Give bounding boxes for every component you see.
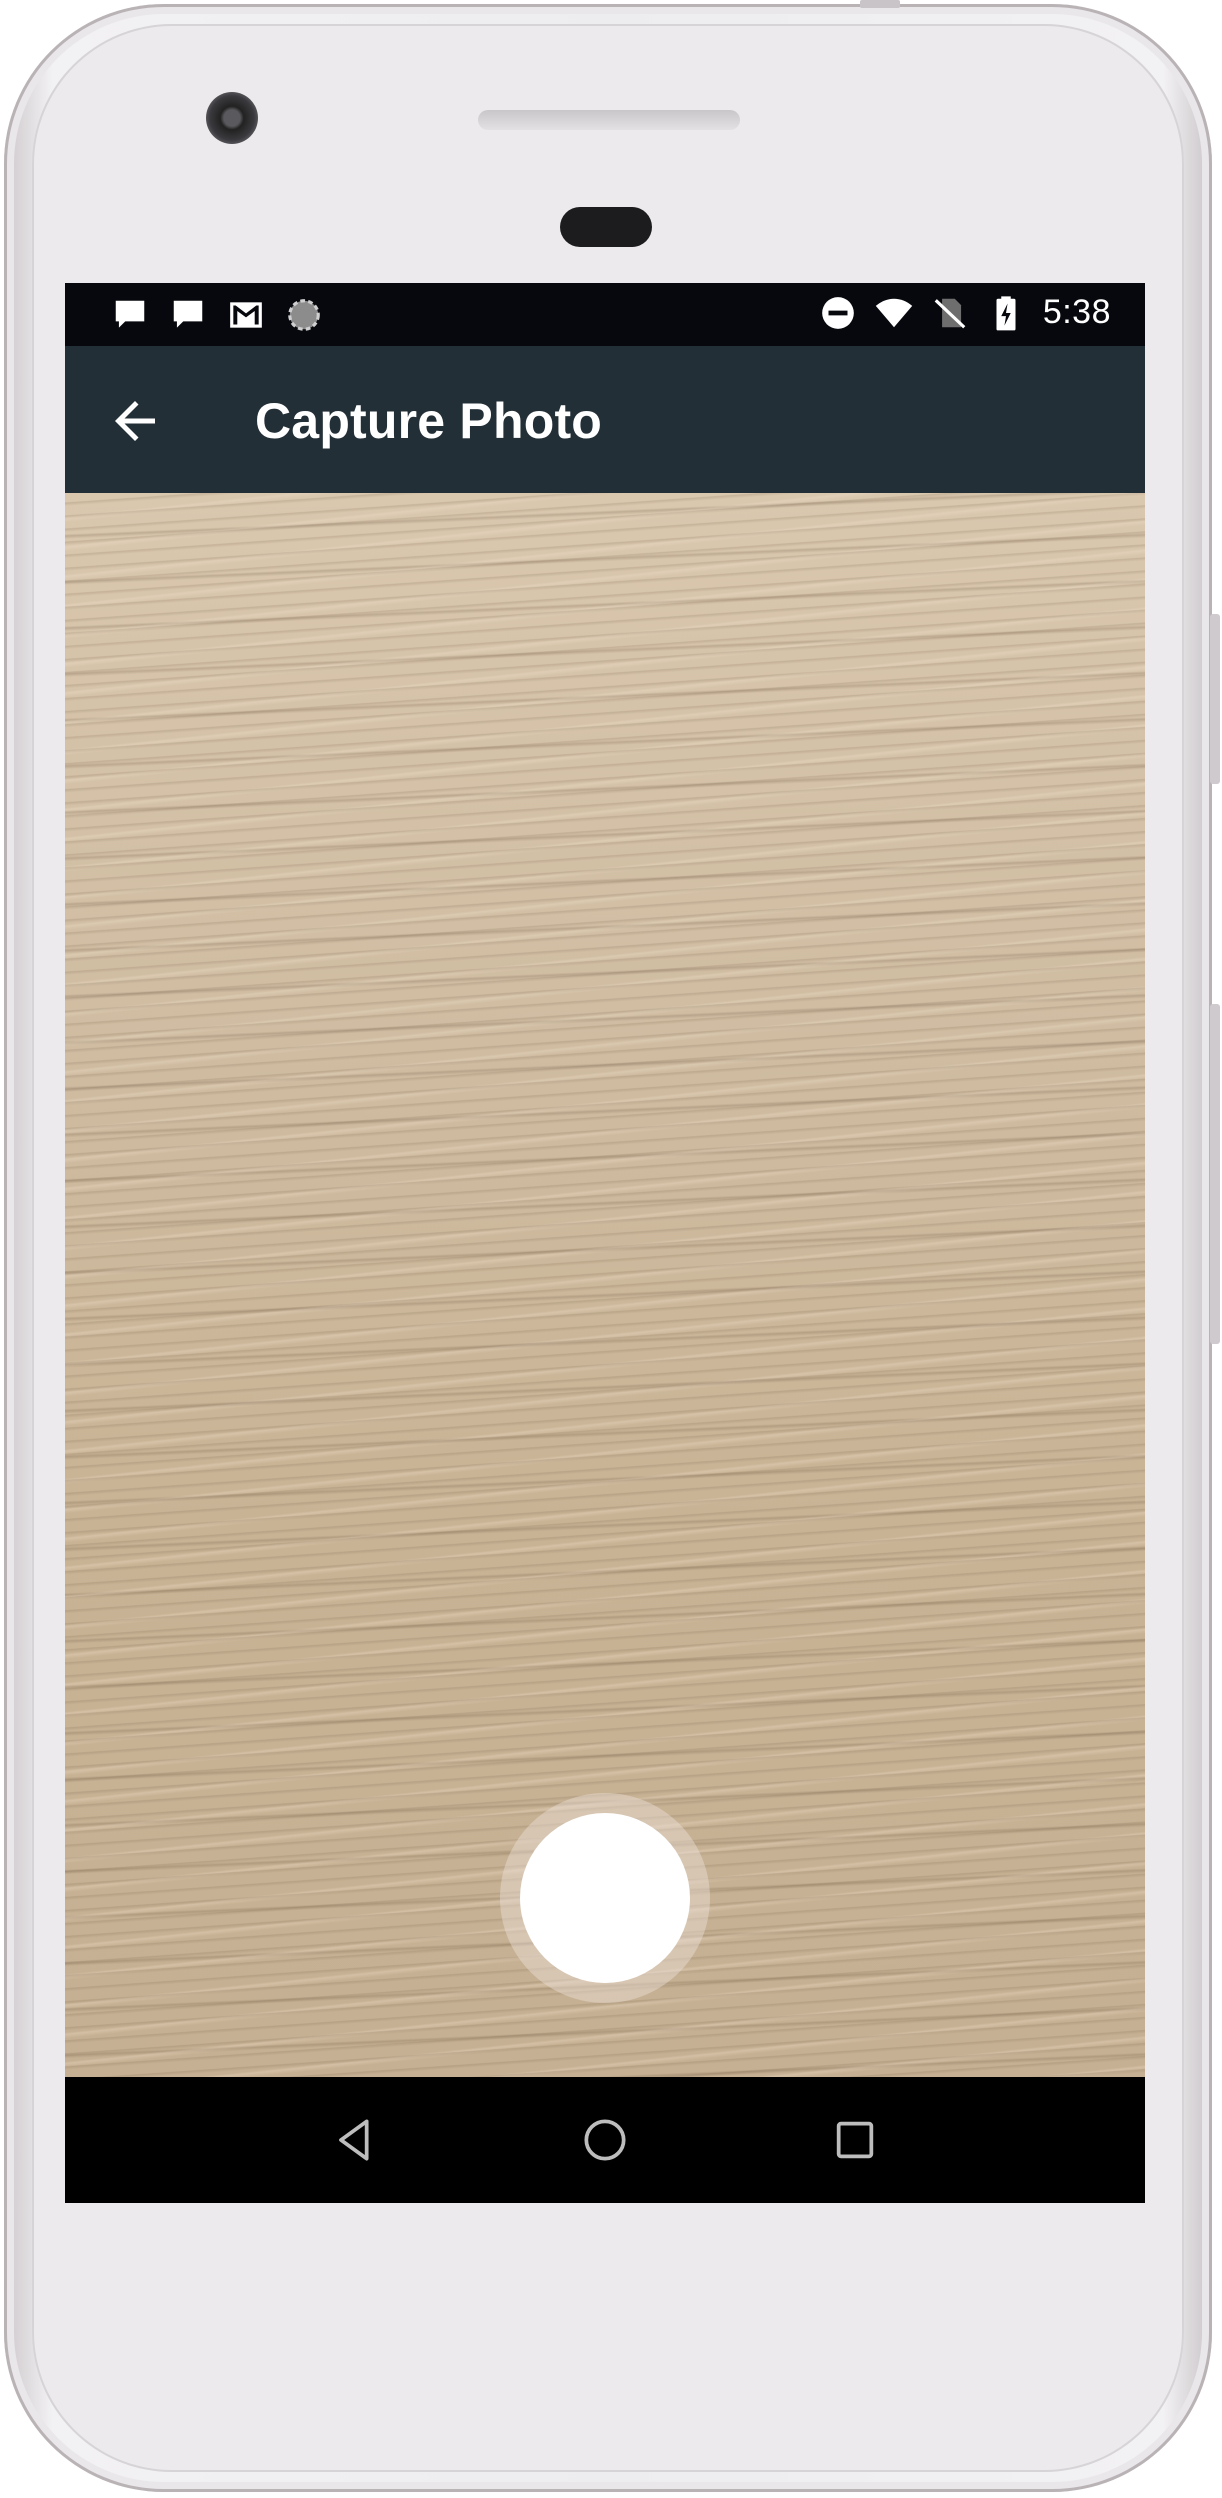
do-not-disturb-icon <box>821 296 854 329</box>
gmail-icon <box>230 302 262 328</box>
phone-top-nub <box>860 0 900 8</box>
volume-button <box>1210 1004 1220 1344</box>
system-icons: 5:38 <box>819 293 1111 332</box>
front-camera <box>206 92 258 144</box>
home-circle-icon[interactable] <box>577 2112 633 2168</box>
back-triangle-icon[interactable] <box>327 2112 383 2168</box>
wifi-icon <box>875 298 913 327</box>
sync-icon <box>288 299 320 331</box>
no-sim-icon <box>934 298 966 328</box>
shutter-button[interactable] <box>500 1793 710 2003</box>
phone-screen: 5:38 Capture Photo <box>65 283 1145 2203</box>
power-button <box>1210 614 1220 784</box>
app-bar: Capture Photo <box>65 346 1145 493</box>
recents-square-icon[interactable] <box>827 2112 883 2168</box>
notification-icons <box>111 296 323 334</box>
chat-icon <box>173 300 203 328</box>
navigation-bar <box>65 2077 1145 2203</box>
arrow-back-icon[interactable] <box>105 391 165 451</box>
status-clock: 5:38 <box>1042 293 1111 331</box>
chat-icon <box>115 300 145 328</box>
battery-charging-icon <box>996 295 1016 330</box>
earpiece <box>478 110 740 130</box>
status-bar: 5:38 <box>65 283 1145 346</box>
proximity-sensor <box>560 207 652 247</box>
page-title: Capture Photo <box>255 393 603 449</box>
shutter-inner[interactable] <box>520 1813 690 1983</box>
camera-viewfinder <box>65 493 1145 2077</box>
